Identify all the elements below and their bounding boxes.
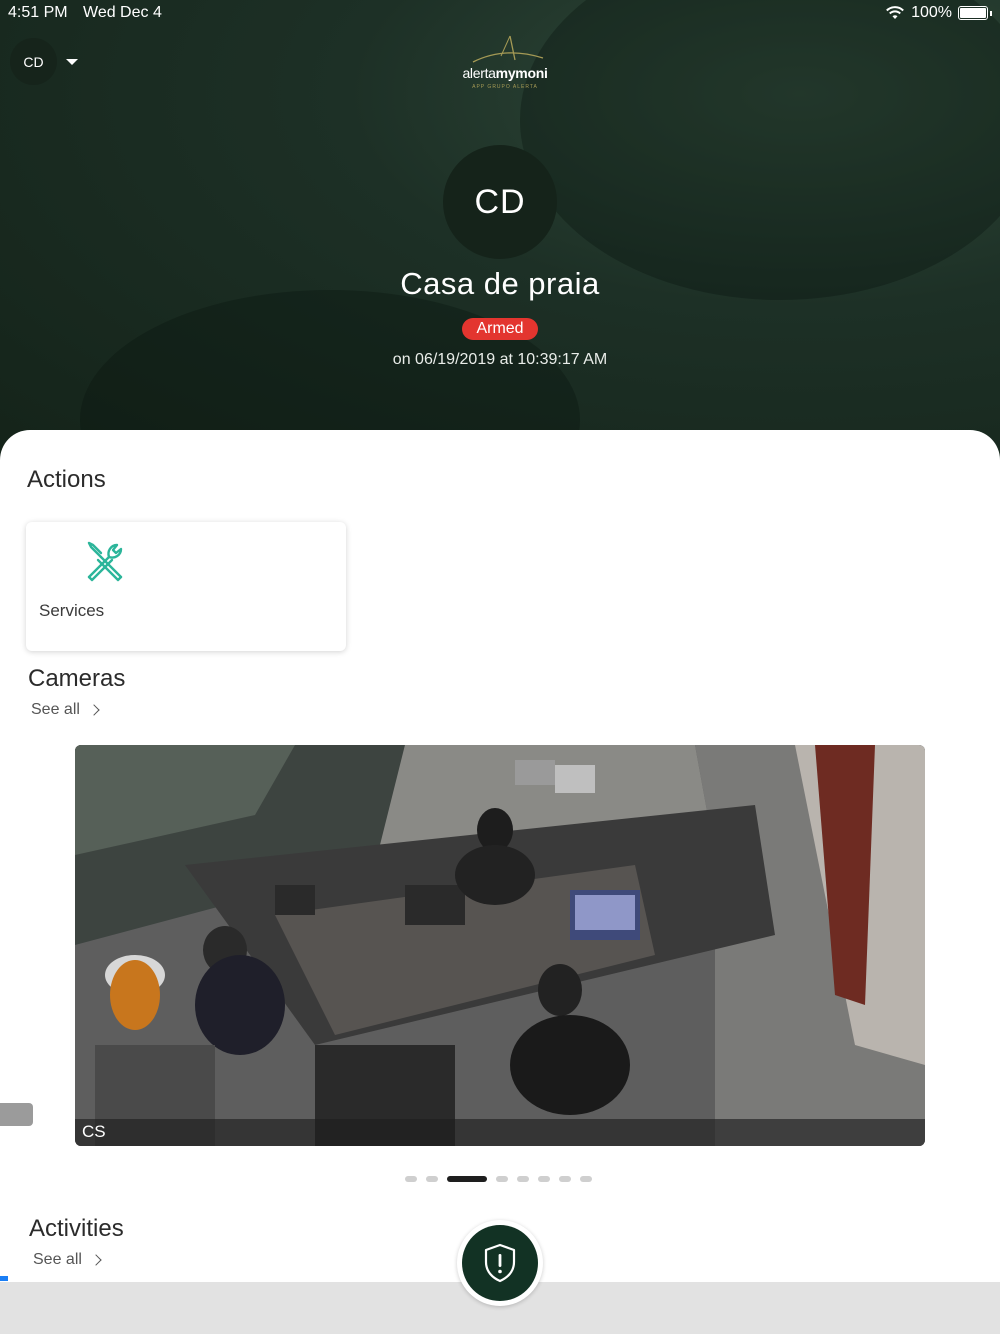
pager-dot[interactable] [559, 1176, 571, 1182]
header-hero: 4:51 PM Wed Dec 4 100% CD alertamymoni A… [0, 0, 1000, 470]
tools-icon [87, 541, 123, 582]
chevron-right-icon [90, 1254, 102, 1266]
site-name: Casa de praia [400, 266, 600, 301]
shield-alert-icon [484, 1243, 516, 1283]
wifi-icon [886, 6, 904, 19]
actions-title: Actions [27, 466, 106, 493]
camera-caption-bar [75, 1119, 925, 1146]
logo-wordmark: alertamymoni [455, 65, 555, 81]
pager-dot[interactable] [517, 1176, 529, 1182]
pager-dot[interactable] [405, 1176, 417, 1182]
battery-tip [990, 10, 992, 16]
background-shade [520, 0, 1000, 300]
site-avatar: CD [443, 145, 557, 259]
logo-tagline: APP GRUPO ALERTA [472, 84, 538, 90]
see-all-label: See all [33, 1251, 82, 1268]
carousel-pager [405, 1176, 592, 1182]
cameras-title: Cameras [28, 665, 126, 692]
logo-prefix: alerta [462, 65, 496, 81]
loading-indicator [0, 1276, 8, 1281]
services-action-card[interactable]: Services [26, 522, 346, 651]
pager-dot[interactable] [580, 1176, 592, 1182]
chevron-right-icon [88, 704, 100, 716]
pager-dot[interactable] [496, 1176, 508, 1182]
camera-name: CS [82, 1122, 106, 1141]
panic-button-inner [462, 1225, 538, 1301]
camera-thumbnail[interactable]: CS [75, 745, 925, 1146]
status-date: Wed Dec 4 [83, 4, 162, 21]
status-bar: 4:51 PM Wed Dec 4 100% [0, 0, 1000, 27]
status-time: 4:51 PM [8, 4, 68, 21]
pager-dot-active[interactable] [447, 1176, 487, 1182]
status-right: 100% [885, 4, 992, 22]
armed-timestamp: on 06/19/2019 at 10:39:17 AM [392, 351, 608, 368]
see-all-label: See all [31, 701, 80, 718]
battery-icon [958, 6, 988, 20]
pager-dot[interactable] [538, 1176, 550, 1182]
cameras-see-all-link[interactable]: See all [31, 701, 100, 719]
pager-dot[interactable] [426, 1176, 438, 1182]
app-logo: alertamymoni APP GRUPO ALERTA [455, 34, 555, 92]
caret-down-icon[interactable] [66, 59, 78, 65]
panic-button[interactable] [457, 1220, 543, 1306]
status-badge: Armed [462, 318, 538, 340]
activities-title: Activities [29, 1215, 124, 1242]
account-switcher-button[interactable]: CD [10, 38, 57, 85]
logo-suffix: mymoni [495, 65, 548, 81]
activities-see-all-link[interactable]: See all [33, 1251, 102, 1269]
side-drawer-handle[interactable] [0, 1103, 33, 1126]
services-label: Services [39, 601, 105, 620]
camera-feed-image [75, 745, 925, 1146]
battery-percent: 100% [911, 4, 952, 21]
logo-mark-icon [472, 35, 544, 63]
